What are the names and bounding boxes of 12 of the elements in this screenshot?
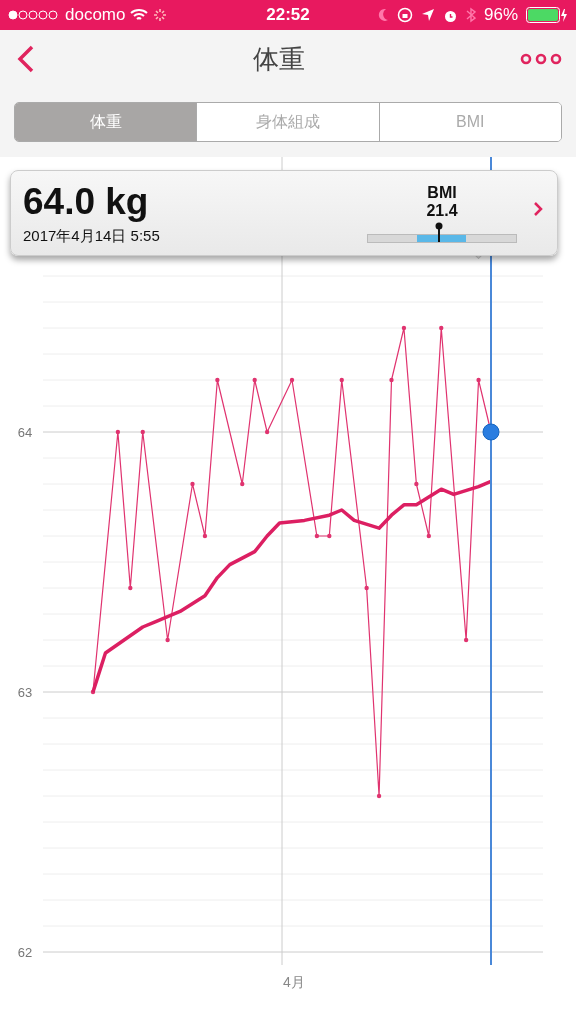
page-title: 体重	[253, 42, 305, 76]
clock-time: 22:52	[266, 5, 310, 24]
bmi-value: 21.4	[426, 201, 458, 220]
measurement-date: 2017年4月14日 5:55	[23, 226, 160, 246]
bmi-label: BMI	[427, 183, 457, 202]
axis-label: 62	[17, 945, 33, 960]
carrier-name: docomo	[65, 5, 126, 25]
battery-percent: 96%	[483, 5, 518, 25]
axis-label: 63	[17, 685, 33, 700]
axis-label: 4月	[283, 974, 305, 990]
axis-label: 64	[17, 425, 33, 440]
weight-value: 64.0 kg	[23, 180, 150, 223]
